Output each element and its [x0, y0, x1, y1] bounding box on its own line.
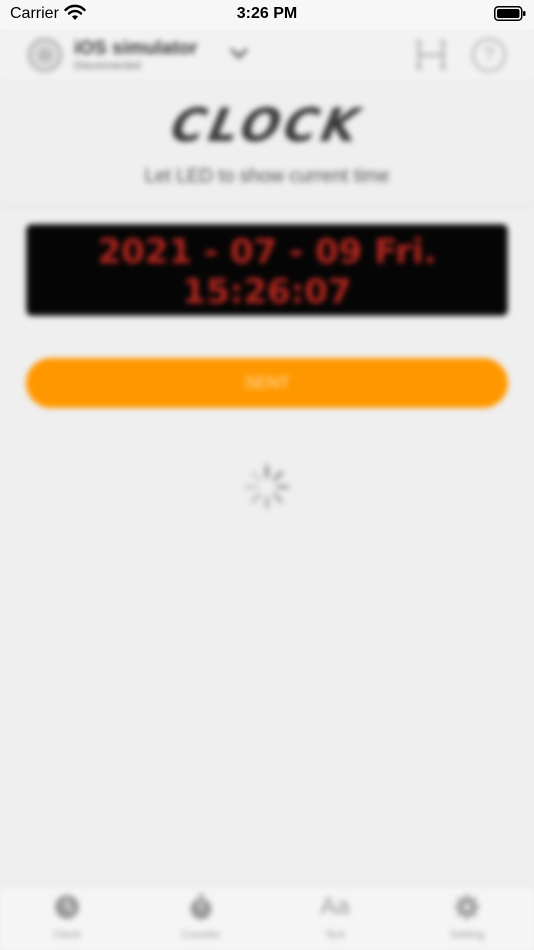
led-preview: 2021 - 07 - 09 Fri. 15:26:07	[26, 224, 508, 316]
divider	[0, 206, 534, 207]
tab-bar: Clock Counter Aa Text Setting	[0, 886, 534, 950]
stopwatch-icon	[190, 894, 212, 920]
help-icon[interactable]: ?	[472, 38, 506, 72]
tab-setting-label: Setting	[449, 929, 485, 941]
device-name[interactable]: iOS simulator	[74, 38, 198, 60]
device-status: Disconnected	[74, 60, 141, 72]
clock-icon	[55, 895, 79, 919]
expand-icon[interactable]	[414, 38, 448, 72]
clock-logo: CLOCK	[166, 98, 368, 152]
app-content: iOS simulator Disconnected ? CLOCK Let L…	[0, 30, 534, 950]
tab-counter[interactable]: Counter	[134, 893, 268, 950]
device-icon[interactable]	[28, 38, 62, 72]
status-bar: Carrier 3:26 PM	[0, 0, 534, 30]
tab-counter-label: Counter	[181, 929, 221, 941]
status-time: 3:26 PM	[236, 5, 298, 22]
loading-spinner-icon	[244, 464, 290, 510]
tab-text-label: Text	[324, 929, 346, 941]
page-subtitle: Let LED to show current time	[144, 166, 390, 187]
led-date: 2021 - 07 - 09 Fri.	[97, 232, 437, 272]
tab-clock[interactable]: Clock	[0, 893, 134, 950]
device-header: iOS simulator Disconnected ?	[0, 30, 534, 82]
gear-icon	[454, 894, 480, 920]
tab-setting[interactable]: Setting	[400, 893, 534, 950]
sent-button[interactable]: SENT	[26, 358, 508, 408]
tab-clock-label: Clock	[53, 929, 81, 941]
battery-icon	[494, 6, 526, 21]
tab-text[interactable]: Aa Text	[268, 893, 402, 950]
led-time: 15:26:07	[182, 272, 352, 312]
chevron-down-icon[interactable]	[228, 42, 250, 64]
text-icon: Aa	[320, 893, 350, 920]
